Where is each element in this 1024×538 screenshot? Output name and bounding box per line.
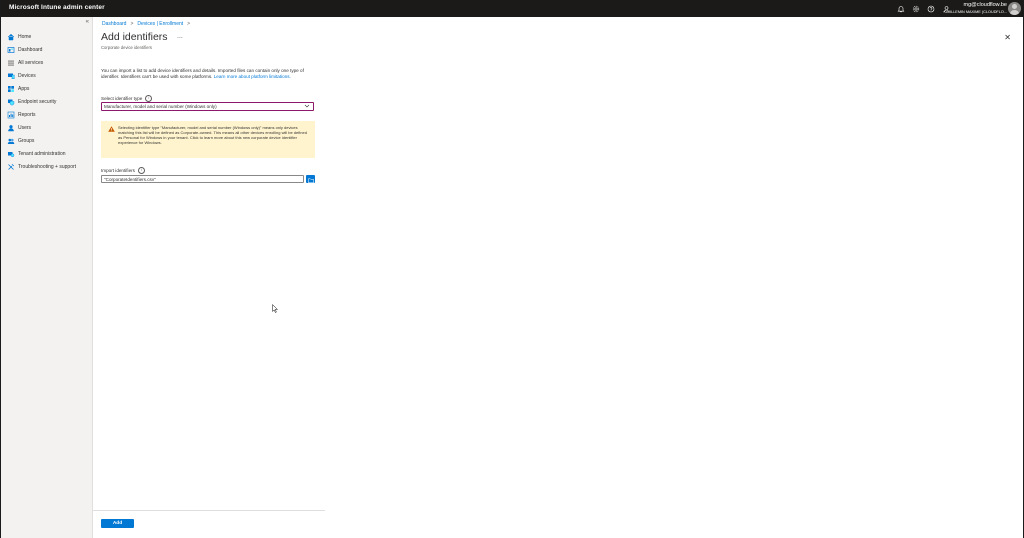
sidebar-item-users[interactable]: Users [1,121,92,134]
warning-banner[interactable]: Selecting identifier type "Manufacturer,… [101,121,315,158]
app-window: Microsoft Intune admin center mg@cloudfl… [1,0,1023,538]
endpoint-security-icon [7,98,15,106]
page-subtitle: Corporate device identifiers [101,45,152,50]
help-icon[interactable] [925,3,936,14]
sidebar-item-label: Apps [18,85,30,92]
bell-icon[interactable] [895,3,906,14]
account-info[interactable]: mg@cloudflow.be GUILLEMIN MAXIME (CLOUDF… [944,2,1007,15]
account-org: GUILLEMIN MAXIME (CLOUDFLO... [944,10,1007,14]
sidebar-item-devices[interactable]: Devices [1,69,92,82]
import-file-field[interactable]: "CorporateIdentifiers.csv" [101,175,304,183]
groups-icon [7,137,15,145]
sidebar-item-troubleshooting[interactable]: Troubleshooting + support [1,160,92,173]
warning-text: Selecting identifier type "Manufacturer,… [118,125,307,146]
reports-icon [7,111,15,119]
folder-icon [307,170,314,188]
troubleshooting-icon [7,163,15,171]
sidebar-item-label: Devices [18,72,36,79]
tenant-admin-icon [7,150,15,158]
sidebar-nav: Home Dashboard All services Devices Apps… [1,30,92,173]
dashboard-icon [7,46,15,54]
warning-icon [108,126,115,133]
top-bar: Microsoft Intune admin center mg@cloudfl… [1,0,1023,17]
gear-icon[interactable] [910,3,921,14]
sidebar-item-all-services[interactable]: All services [1,56,92,69]
sidebar-item-label: Dashboard [18,46,43,53]
users-icon [7,124,15,132]
sidebar-item-apps[interactable]: Apps [1,82,92,95]
identifier-type-label-row: Select identifier type i [101,95,153,102]
sidebar-item-label: Tenant administration [18,150,66,157]
sidebar-item-label: Endpoint security [18,98,57,105]
mouse-cursor-icon [272,300,279,318]
apps-icon [7,85,15,93]
browse-file-button[interactable] [306,175,315,183]
identifier-type-value: Manufacturer, model and serial number (W… [104,104,217,109]
breadcrumb: Dashboard > Devices | Enrollment > [102,21,190,27]
footer-divider [93,510,325,511]
sidebar-item-dashboard[interactable]: Dashboard [1,43,92,56]
chevron-down-icon [304,103,310,112]
import-identifiers-label: Import identifiers [101,168,135,173]
devices-icon [7,72,15,80]
sidebar-item-tenant-administration[interactable]: Tenant administration [1,147,92,160]
close-icon[interactable]: ✕ [1004,33,1011,42]
sidebar-item-label: All services [18,59,44,66]
account-email: mg@cloudflow.be [963,2,1008,8]
identifier-type-dropdown[interactable]: Manufacturer, model and serial number (W… [101,102,314,111]
sidebar-item-home[interactable]: Home [1,30,92,43]
all-services-icon [7,59,15,67]
breadcrumb-devices-enrollment[interactable]: Devices | Enrollment [137,21,183,27]
sidebar-item-label: Troubleshooting + support [18,163,77,170]
main-content: Dashboard > Devices | Enrollment > Add i… [93,17,1023,538]
add-button[interactable]: Add [101,519,134,528]
sidebar-item-reports[interactable]: Reports [1,108,92,121]
import-label-row: Import identifiers i [101,167,145,174]
sidebar-item-groups[interactable]: Groups [1,134,92,147]
identifier-type-label: Select identifier type [101,96,143,101]
info-icon[interactable]: i [137,167,145,174]
sidebar: « Home Dashboard All services Devices Ap… [1,17,93,538]
home-icon [7,33,15,41]
sidebar-item-label: Groups [18,137,35,144]
collapse-sidebar-icon[interactable]: « [86,19,89,25]
breadcrumb-separator: > [187,21,191,27]
avatar[interactable] [1008,2,1021,15]
info-icon[interactable]: i [145,95,153,102]
top-icons [895,3,951,14]
sidebar-item-label: Users [18,124,32,131]
description: You can import a list to add device iden… [101,68,313,80]
sidebar-item-endpoint-security[interactable]: Endpoint security [1,95,92,108]
breadcrumb-dashboard[interactable]: Dashboard [102,21,126,27]
breadcrumb-separator: > [130,21,134,27]
more-options-icon[interactable]: ... [177,33,183,40]
sidebar-item-label: Home [18,33,32,40]
page-title: Add identifiers [101,31,168,43]
platform-limitations-link[interactable]: Learn more about platform limitations. [214,74,291,79]
sidebar-item-label: Reports [18,111,36,118]
import-file-value: "CorporateIdentifiers.csv" [104,177,156,182]
app-title[interactable]: Microsoft Intune admin center [9,4,105,11]
